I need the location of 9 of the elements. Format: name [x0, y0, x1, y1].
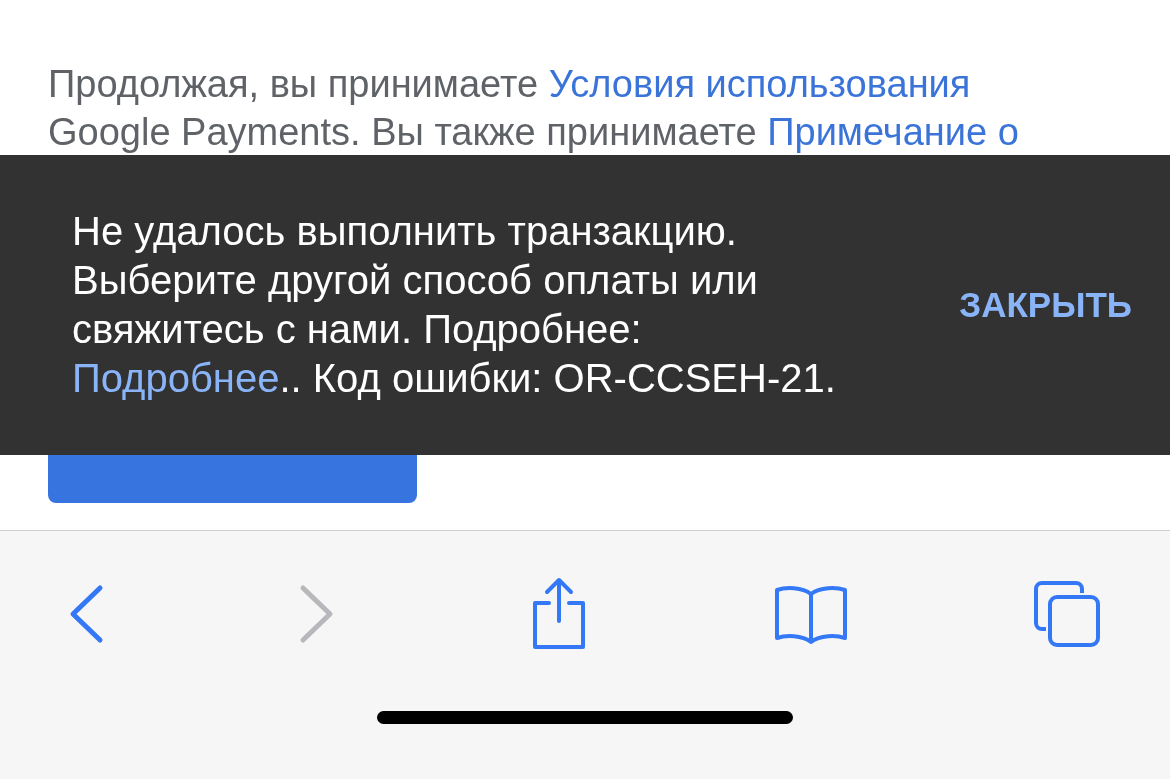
- tabs-icon[interactable]: [1032, 579, 1102, 649]
- terms-text: Продолжая, вы принимаете Условия использования Google Payments. Вы также принимаете Примечание о: [48, 62, 1020, 155]
- link[interactable]: Подробнее: [72, 356, 280, 400]
- back-icon[interactable]: [68, 584, 104, 644]
- link[interactable]: Примечание о: [767, 111, 1019, 153]
- link[interactable]: Условия использования: [548, 63, 971, 105]
- book-icon[interactable]: [773, 584, 848, 644]
- close-button[interactable]: ЗАКРЫТЬ: [959, 278, 1132, 332]
- error-message: Не удалось выполнить транзакцию. Выберите другой способ оплаты или свяжитесь с нами. Подробнее: Подробнее.. Код ошибки: OR-CCSEH-21.: [72, 208, 837, 402]
